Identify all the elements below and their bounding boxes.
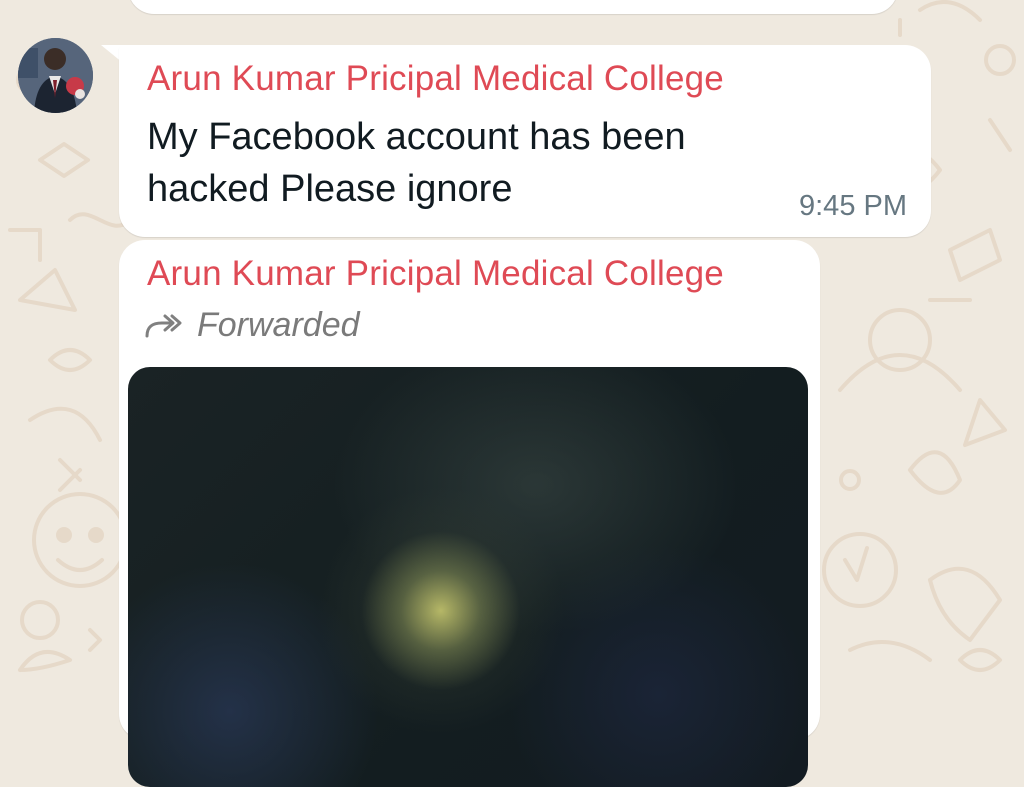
message-bubble[interactable]: Arun Kumar Pricipal Medical College My F… [119, 45, 931, 237]
sender-avatar[interactable] [18, 38, 93, 113]
previous-message-bubble[interactable] [128, 0, 898, 14]
forward-arrow-icon [143, 312, 183, 340]
sender-name[interactable]: Arun Kumar Pricipal Medical College [147, 59, 724, 99]
forwarded-label: Forwarded [197, 306, 360, 344]
message-time: 9:45 PM [799, 190, 907, 222]
avatar-image [18, 38, 93, 113]
sender-name[interactable]: Arun Kumar Pricipal Medical College [147, 254, 724, 294]
media-image[interactable] [128, 367, 808, 787]
forwarded-message-bubble[interactable]: Arun Kumar Pricipal Medical College Forw… [119, 240, 820, 787]
message-text: My Facebook account has been hacked Plea… [147, 116, 686, 210]
forwarded-indicator: Forwarded [143, 306, 360, 345]
